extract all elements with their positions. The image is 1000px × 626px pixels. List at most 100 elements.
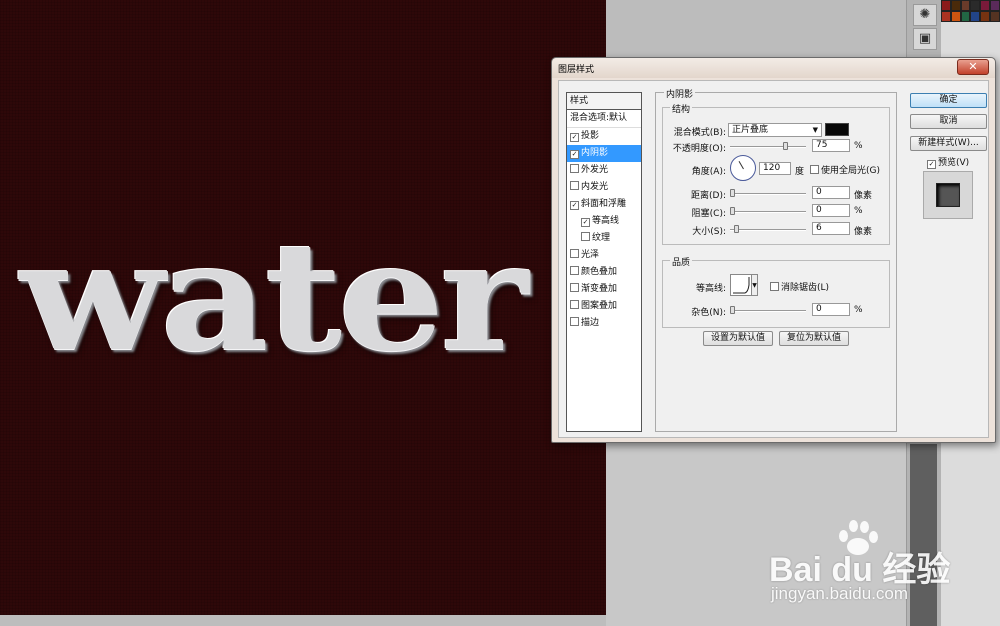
structure-title: 结构 bbox=[670, 102, 693, 115]
noise-slider[interactable] bbox=[730, 306, 806, 314]
choke-label: 阻塞(C): bbox=[691, 209, 726, 219]
opacity-slider-thumb[interactable] bbox=[783, 142, 789, 150]
color-swatch[interactable] bbox=[960, 0, 971, 11]
style-item[interactable]: 内发光 bbox=[567, 179, 641, 196]
preview-checkbox[interactable]: ✓ 预览(V) bbox=[927, 155, 969, 169]
style-item-checkbox[interactable] bbox=[570, 181, 579, 190]
dialog-title: 图层样式 bbox=[558, 65, 595, 75]
styles-header[interactable]: 样式 bbox=[567, 93, 641, 110]
contour-dropdown-button[interactable]: ▼ bbox=[752, 274, 758, 296]
size-slider-thumb[interactable] bbox=[734, 225, 739, 233]
ok-button[interactable]: 确定 bbox=[910, 93, 987, 108]
style-item[interactable]: ✓ 投影 bbox=[567, 128, 641, 145]
style-item-checkbox[interactable]: ✓ bbox=[570, 150, 579, 159]
choke-slider[interactable] bbox=[730, 207, 806, 215]
antialias-box[interactable] bbox=[770, 282, 779, 291]
style-item[interactable]: 外发光 bbox=[567, 162, 641, 179]
style-item[interactable]: 描边 bbox=[567, 315, 641, 332]
opacity-input[interactable]: 75 bbox=[812, 139, 850, 152]
angle-label: 角度(A): bbox=[691, 167, 726, 177]
choke-slider-thumb[interactable] bbox=[730, 207, 735, 215]
contour-picker[interactable] bbox=[730, 274, 752, 296]
dialog-body: 样式 混合选项:默认 ✓ 投影 ✓ 内阴影 外发光 内发光 ✓ 斜面和浮雕 ✓ 等高线 纹理 光泽 颜色叠… bbox=[558, 80, 989, 438]
style-item-label: 渐变叠加 bbox=[581, 284, 618, 294]
choke-unit: % bbox=[854, 206, 863, 216]
style-item-checkbox[interactable]: ✓ bbox=[581, 218, 590, 227]
color-swatch[interactable] bbox=[980, 11, 991, 22]
noise-slider-thumb[interactable] bbox=[730, 306, 735, 314]
style-item-label: 颜色叠加 bbox=[581, 267, 618, 277]
style-item[interactable]: 光泽 bbox=[567, 247, 641, 264]
size-input[interactable]: 6 bbox=[812, 222, 850, 235]
style-item[interactable]: ✓ 等高线 bbox=[567, 213, 641, 230]
sparkle-icon[interactable]: ✺ bbox=[913, 4, 937, 26]
style-item[interactable]: 图案叠加 bbox=[567, 298, 641, 315]
global-light-label: 使用全局光(G) bbox=[821, 166, 880, 176]
style-item-checkbox[interactable] bbox=[570, 317, 579, 326]
color-swatch[interactable] bbox=[990, 11, 1000, 22]
opacity-unit: % bbox=[854, 141, 863, 151]
preview-label: 预览(V) bbox=[938, 158, 970, 168]
style-item-checkbox[interactable] bbox=[570, 300, 579, 309]
style-item[interactable]: ✓ 内阴影 bbox=[567, 145, 641, 162]
color-swatches-panel[interactable] bbox=[941, 0, 1000, 22]
size-label: 大小(S): bbox=[692, 227, 726, 237]
global-light-box[interactable] bbox=[810, 165, 819, 174]
make-default-button[interactable]: 设置为默认值 bbox=[703, 331, 773, 346]
distance-slider[interactable] bbox=[730, 189, 806, 197]
style-item-checkbox[interactable] bbox=[581, 232, 590, 241]
noise-unit: % bbox=[854, 305, 863, 315]
shadow-color-swatch[interactable] bbox=[825, 123, 849, 136]
style-item-label: 斜面和浮雕 bbox=[581, 199, 627, 209]
antialias-checkbox[interactable]: 消除锯齿(L) bbox=[770, 280, 829, 293]
blend-mode-select[interactable]: 正片叠底 ▼ bbox=[728, 123, 822, 137]
watermark-url: jingyan.baidu.com bbox=[771, 584, 909, 603]
color-swatch[interactable] bbox=[970, 11, 981, 22]
close-button[interactable]: ✕ bbox=[957, 59, 989, 75]
image-icon[interactable]: ▣ bbox=[913, 28, 937, 50]
style-item-checkbox[interactable] bbox=[570, 164, 579, 173]
color-swatch[interactable] bbox=[941, 11, 951, 22]
color-swatch[interactable] bbox=[990, 0, 1000, 11]
style-item-checkbox[interactable] bbox=[570, 249, 579, 258]
noise-input[interactable]: 0 bbox=[812, 303, 850, 316]
style-item[interactable]: 渐变叠加 bbox=[567, 281, 641, 298]
styles-list: 样式 混合选项:默认 ✓ 投影 ✓ 内阴影 外发光 内发光 ✓ 斜面和浮雕 ✓ 等高线 纹理 光泽 颜色叠… bbox=[566, 92, 642, 432]
distance-label: 距离(D): bbox=[691, 191, 726, 201]
style-item-checkbox[interactable]: ✓ bbox=[570, 133, 579, 142]
color-swatch[interactable] bbox=[950, 11, 961, 22]
style-item-checkbox[interactable]: ✓ bbox=[570, 201, 579, 210]
color-swatch[interactable] bbox=[941, 0, 951, 11]
contour-curve-icon bbox=[733, 277, 750, 294]
size-slider[interactable] bbox=[730, 225, 806, 233]
new-style-button[interactable]: 新建样式(W)... bbox=[910, 136, 987, 151]
distance-slider-thumb[interactable] bbox=[730, 189, 735, 197]
choke-input[interactable]: 0 bbox=[812, 204, 850, 217]
style-item[interactable]: 混合选项:默认 bbox=[567, 110, 641, 128]
style-item[interactable]: ✓ 斜面和浮雕 bbox=[567, 196, 641, 213]
style-item-checkbox[interactable] bbox=[570, 283, 579, 292]
style-item-label: 外发光 bbox=[581, 165, 609, 175]
document-canvas[interactable]: water bbox=[0, 0, 606, 615]
reset-default-button[interactable]: 复位为默认值 bbox=[779, 331, 849, 346]
baidu-watermark: Bai du 经验 jingyan.baidu.com bbox=[765, 518, 995, 618]
global-light-checkbox[interactable]: 使用全局光(G) bbox=[810, 163, 880, 176]
style-item-label: 描边 bbox=[581, 318, 600, 328]
opacity-slider[interactable] bbox=[730, 142, 806, 150]
angle-dial[interactable] bbox=[730, 155, 756, 181]
angle-input[interactable]: 120 bbox=[759, 162, 791, 175]
color-swatch[interactable] bbox=[950, 0, 961, 11]
cancel-button[interactable]: 取消 bbox=[910, 114, 987, 129]
style-item[interactable]: 纹理 bbox=[567, 230, 641, 247]
distance-input[interactable]: 0 bbox=[812, 186, 850, 199]
color-swatch[interactable] bbox=[980, 0, 991, 11]
style-item-label: 图案叠加 bbox=[581, 301, 618, 311]
dialog-titlebar[interactable]: 图层样式 ✕ bbox=[552, 58, 995, 78]
style-item[interactable]: 颜色叠加 bbox=[567, 264, 641, 281]
color-swatch[interactable] bbox=[970, 0, 981, 11]
color-swatch[interactable] bbox=[960, 11, 971, 22]
angle-dial-hand bbox=[738, 160, 744, 170]
style-item-checkbox[interactable] bbox=[570, 266, 579, 275]
layer-style-dialog: 图层样式 ✕ 样式 混合选项:默认 ✓ 投影 ✓ 内阴影 外发光 内发光 ✓ 斜面和浮雕 ✓ 等高线… bbox=[551, 57, 996, 443]
preview-box[interactable]: ✓ bbox=[927, 160, 936, 169]
